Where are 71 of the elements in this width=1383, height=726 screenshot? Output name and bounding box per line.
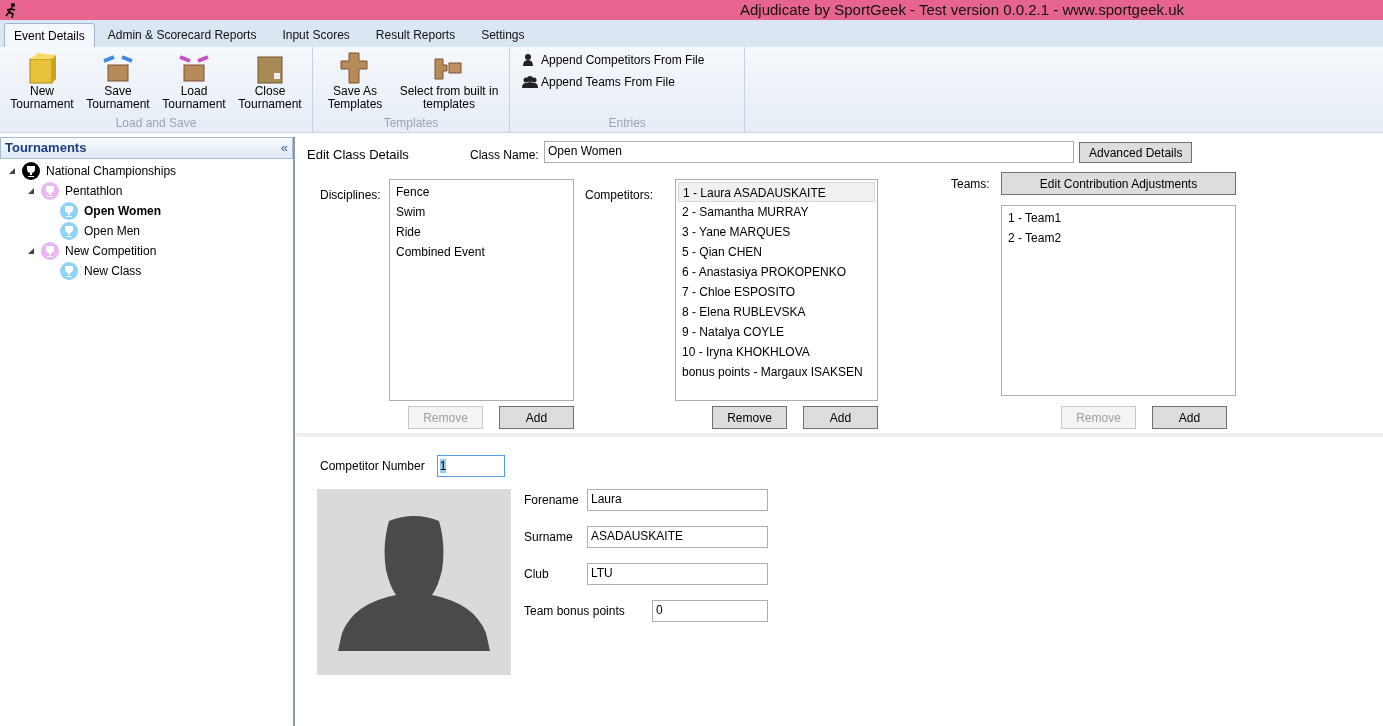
tree-item[interactable]: New Class	[84, 262, 142, 280]
advanced-details-button[interactable]: Advanced Details	[1079, 142, 1193, 163]
group-label: Entries	[607, 116, 647, 132]
edit-contribution-button[interactable]: Edit Contribution Adjustments	[1001, 172, 1236, 195]
list-item[interactable]: 5 - Qian CHEN	[678, 242, 875, 262]
trophy-icon	[41, 242, 59, 260]
ribbon-button[interactable]: New Tournament	[4, 51, 80, 111]
list-item[interactable]: Combined Event	[392, 242, 571, 262]
trophy-icon	[41, 182, 59, 200]
runner-icon	[4, 2, 18, 18]
ribbon-button[interactable]: Append Teams From File	[522, 73, 705, 91]
field-label: Competitors:	[585, 187, 654, 204]
list-item[interactable]: 3 - Yane MARQUES	[678, 222, 875, 242]
ribbon-button[interactable]: Select from built in templates	[393, 51, 505, 111]
collapse-button[interactable]: «	[280, 138, 288, 158]
text-field[interactable]: LTU	[587, 563, 768, 585]
tree-item[interactable]: Open Women	[84, 202, 162, 220]
ribbon-tab[interactable]: Input Scores	[269, 23, 363, 47]
ribbon-button[interactable]: Load Tournament	[156, 51, 232, 111]
list-item[interactable]: 8 - Elena RUBLEVSKA	[678, 302, 875, 322]
list-item[interactable]: 2 - Team2	[1004, 228, 1233, 248]
text-field[interactable]: ASADAUSKAITE	[587, 526, 768, 548]
group-label: Load and Save	[114, 116, 198, 132]
list-item[interactable]: 6 - Anastasiya PROKOPENKO	[678, 262, 875, 282]
ribbon-tab[interactable]: Admin & Scorecard Reports	[94, 23, 270, 47]
field-label: Club	[524, 566, 549, 583]
field-label: Surname	[524, 529, 573, 546]
ribbon-tab[interactable]: Event Details	[4, 23, 95, 47]
trophy-icon	[60, 262, 78, 280]
trophy-icon	[60, 202, 78, 220]
field-label: Disciplines:	[320, 187, 381, 204]
tree-item[interactable]: National Championships	[46, 162, 177, 180]
ribbon-tab[interactable]: Settings	[468, 23, 538, 47]
field-label: Teams:	[951, 176, 990, 193]
ribbon-button[interactable]: Save Tournament	[80, 51, 156, 111]
field-label: Class Name:	[470, 147, 539, 164]
competitor-number-field[interactable]: 1	[436, 455, 505, 477]
ribbon-button[interactable]: Close Tournament	[232, 51, 308, 111]
list-button[interactable]: Remove	[712, 406, 787, 429]
field-label: Forename	[524, 492, 579, 509]
list-item[interactable]: 1 - Team1	[1004, 208, 1233, 228]
section-title: Edit Class Details	[307, 146, 409, 164]
ribbon-button[interactable]: Append Competitors From File	[522, 51, 705, 69]
trophy-icon	[22, 162, 40, 180]
text-field[interactable]: 0	[652, 600, 768, 622]
trophy-icon	[60, 222, 78, 240]
field-label: Team bonus points	[524, 603, 625, 620]
people-icon	[522, 75, 538, 89]
tree-item[interactable]: Open Men	[84, 222, 141, 240]
list-item[interactable]: Swim	[392, 202, 571, 222]
list-item[interactable]: Fence	[392, 182, 571, 202]
list-item[interactable]: 1 - Laura ASADAUSKAITE	[678, 182, 875, 202]
field-label: Competitor Number	[319, 458, 425, 475]
ribbon-tab[interactable]: Result Reports	[362, 23, 469, 47]
list-item[interactable]: 9 - Natalya COYLE	[678, 322, 875, 342]
class-name-field[interactable]: Open Women	[544, 141, 1074, 163]
panel-title: Tournaments	[5, 139, 87, 158]
tree-item[interactable]: Pentathlon	[65, 182, 123, 200]
list-button[interactable]: Add	[803, 406, 878, 429]
list-button[interactable]: Add	[1152, 406, 1227, 429]
group-label: Templates	[382, 116, 440, 132]
ribbon-button[interactable]: Save As Templates	[317, 51, 393, 111]
window-title: Adjudicate by SportGeek - Test version 0.0.2.1 - www.sportgeek.uk	[740, 0, 1185, 20]
text-field[interactable]: Laura	[587, 489, 768, 511]
list-item[interactable]: 2 - Samantha MURRAY	[678, 202, 875, 222]
list-item[interactable]: bonus points - Margaux ISAKSEN	[678, 362, 875, 382]
tree-item[interactable]: New Competition	[65, 242, 157, 260]
list-item[interactable]: Ride	[392, 222, 571, 242]
list-item[interactable]: 7 - Chloe ESPOSITO	[678, 282, 875, 302]
list-button[interactable]: Add	[499, 406, 574, 429]
list-item[interactable]: 10 - Iryna KHOKHLOVA	[678, 342, 875, 362]
